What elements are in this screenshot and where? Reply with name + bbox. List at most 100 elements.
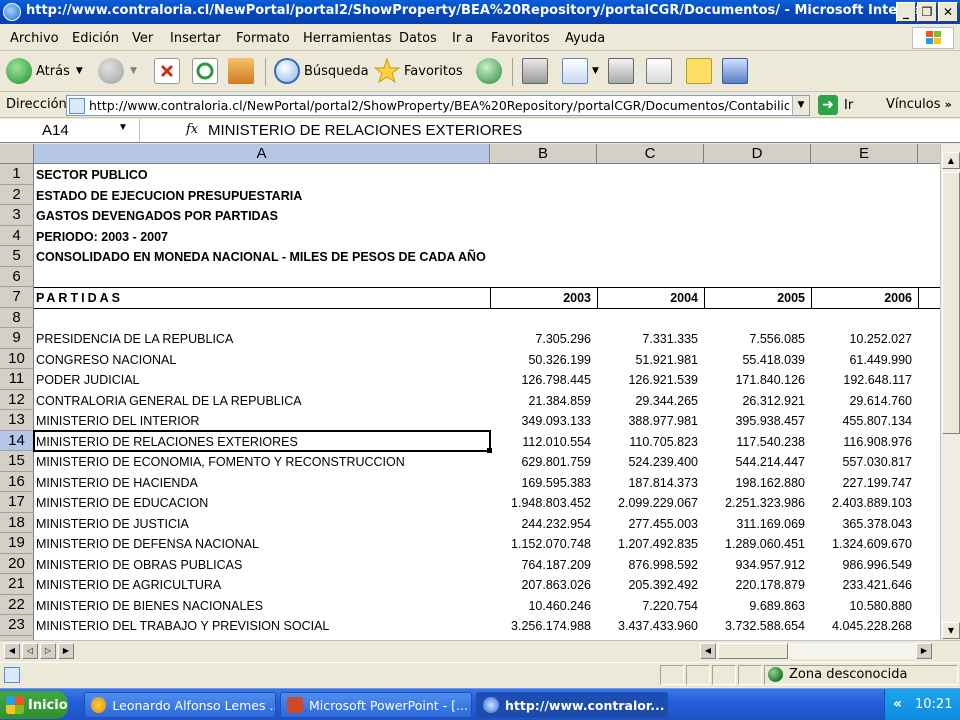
taskbar-item-powerpoint[interactable]: Microsoft PowerPoint - [... — [280, 692, 472, 718]
cell-a[interactable]: PRESIDENCIA DE LA REPUBLICA — [36, 328, 488, 349]
cell-a[interactable]: PODER JUDICIAL — [36, 369, 488, 390]
menu-herramientas[interactable]: Herramientas — [303, 31, 392, 46]
cell-e[interactable] — [811, 205, 918, 226]
column-header-a[interactable]: A — [34, 144, 490, 164]
spreadsheet-grid[interactable]: A B C D E 1 SECTOR PUBLICO 2 ESTADO DE EJEC… — [0, 144, 940, 644]
go-button[interactable]: ➜ Ir — [818, 95, 853, 115]
cell-d[interactable]: 198.162.880 — [704, 472, 811, 493]
cell-d[interactable] — [704, 164, 811, 185]
cell-c[interactable]: 1.207.492.835 — [597, 533, 704, 554]
close-button[interactable]: ✕ — [938, 2, 958, 22]
column-header-f[interactable] — [918, 144, 940, 164]
cell-c[interactable]: 524.239.400 — [597, 451, 704, 472]
cell-e[interactable]: 2006 — [811, 287, 918, 308]
cell-d[interactable]: 117.540.238 — [704, 431, 811, 452]
cell-c[interactable]: 29.344.265 — [597, 390, 704, 411]
cell-a[interactable]: CONTRALORIA GENERAL DE LA REPUBLICA — [36, 390, 488, 411]
row-header[interactable]: 1 — [0, 164, 34, 185]
security-zone[interactable]: Zona desconocida — [768, 667, 908, 682]
start-button[interactable]: Inicio — [0, 691, 68, 719]
cell-b[interactable]: 126.798.445 — [490, 369, 597, 390]
row-header[interactable]: 13 — [0, 410, 34, 431]
favorites-button[interactable]: Favoritos — [373, 56, 463, 86]
cell-d[interactable]: 1.289.060.451 — [704, 533, 811, 554]
cell-a[interactable]: MINISTERIO DEL INTERIOR — [36, 410, 488, 431]
cell-a[interactable]: MINISTERIO DEL TRABAJO Y PREVISION SOCIA… — [36, 615, 488, 636]
row-header[interactable]: 15 — [0, 451, 34, 472]
cell-a[interactable]: MINISTERIO DE OBRAS PUBLICAS — [36, 554, 488, 575]
research-button[interactable] — [522, 56, 548, 86]
row-header[interactable]: 3 — [0, 205, 34, 226]
cell-d[interactable]: 9.689.863 — [704, 595, 811, 616]
cell-e[interactable]: 29.614.760 — [811, 390, 918, 411]
cell-c[interactable] — [597, 308, 704, 329]
back-dropdown-icon[interactable]: ▼ — [76, 66, 83, 76]
cell-c[interactable]: 7.331.335 — [597, 328, 704, 349]
cell-d[interactable]: 395.938.457 — [704, 410, 811, 431]
cell-a[interactable]: MINISTERIO DE JUSTICIA — [36, 513, 488, 534]
cell-e[interactable] — [811, 164, 918, 185]
cell-c[interactable] — [597, 226, 704, 247]
print-button[interactable] — [608, 56, 634, 86]
row-header[interactable]: 4 — [0, 225, 34, 246]
cell-e[interactable] — [811, 226, 918, 247]
cell-c[interactable] — [597, 164, 704, 185]
cell-b[interactable]: 1.152.070.748 — [490, 533, 597, 554]
formula-content[interactable]: MINISTERIO DE RELACIONES EXTERIORES — [208, 122, 522, 139]
cell-d[interactable]: 26.312.921 — [704, 390, 811, 411]
cell-a[interactable]: PERIODO: 2003 - 2007 — [36, 226, 488, 247]
row-header[interactable]: 5 — [0, 246, 34, 267]
cell-a[interactable]: MINISTERIO DE BIENES NACIONALES — [36, 595, 488, 616]
cell-e[interactable]: 986.996.549 — [811, 554, 918, 575]
last-sheet-icon[interactable]: ▶ — [58, 643, 74, 659]
home-button[interactable] — [228, 56, 254, 86]
cell-e[interactable]: 1.324.609.670 — [811, 533, 918, 554]
history-button[interactable] — [476, 56, 502, 86]
next-sheet-icon[interactable]: ▷ — [40, 643, 56, 659]
cell-e[interactable]: 192.648.117 — [811, 369, 918, 390]
cell-e[interactable]: 557.030.817 — [811, 451, 918, 472]
forward-dropdown-icon[interactable]: ▼ — [130, 66, 137, 76]
cell-d[interactable] — [704, 205, 811, 226]
cell-b[interactable]: 3.256.174.988 — [490, 615, 597, 636]
cell-c[interactable]: 3.437.433.960 — [597, 615, 704, 636]
row-header[interactable]: 20 — [0, 553, 34, 574]
row-header[interactable]: 8 — [0, 307, 34, 328]
scroll-down-arrow-icon[interactable]: ▼ — [942, 622, 960, 639]
cell-c[interactable]: 7.220.754 — [597, 595, 704, 616]
cell-d[interactable]: 171.840.126 — [704, 369, 811, 390]
cell-e[interactable]: 116.908.976 — [811, 431, 918, 452]
prev-sheet-icon[interactable]: ◁ — [22, 643, 38, 659]
taskbar-item-messenger[interactable]: Leonardo Alfonso Lemes ... — [84, 692, 276, 718]
address-dropdown-icon[interactable]: ▼ — [792, 96, 809, 115]
menu-archivo[interactable]: Archivo — [10, 31, 59, 46]
taskbar-item-browser[interactable]: http://www.contralor... — [476, 692, 668, 718]
links-button[interactable]: Vínculos » — [886, 97, 952, 112]
vertical-scrollbar[interactable]: ▲ ▼ — [940, 144, 960, 640]
cell-d[interactable]: 7.556.085 — [704, 328, 811, 349]
cell-c[interactable] — [597, 205, 704, 226]
mail-button[interactable]: ▼ — [562, 56, 599, 86]
scroll-up-arrow-icon[interactable]: ▲ — [942, 152, 960, 169]
cell-d[interactable] — [704, 267, 811, 288]
cell-a[interactable]: MINISTERIO DE AGRICULTURA — [36, 574, 488, 595]
select-all-corner[interactable] — [0, 144, 34, 164]
cell-e[interactable] — [811, 308, 918, 329]
cell-b[interactable]: 7.305.296 — [490, 328, 597, 349]
refresh-button[interactable] — [192, 56, 218, 86]
cell-e[interactable] — [811, 185, 918, 206]
cell-d[interactable]: 2005 — [704, 287, 811, 308]
cell-b[interactable]: 1.948.803.452 — [490, 492, 597, 513]
row-header[interactable]: 2 — [0, 184, 34, 205]
cell-c[interactable]: 205.392.492 — [597, 574, 704, 595]
cell-b[interactable] — [490, 185, 597, 206]
cell-a[interactable]: PARTIDAS — [36, 287, 488, 308]
cell-d[interactable]: 2.251.323.986 — [704, 492, 811, 513]
cell-e[interactable]: 61.449.990 — [811, 349, 918, 370]
cell-e[interactable]: 233.421.646 — [811, 574, 918, 595]
row-header[interactable]: 7 — [0, 287, 34, 308]
cell-a[interactable] — [36, 267, 488, 288]
maximize-button[interactable]: ❐ — [917, 2, 937, 22]
cell-b[interactable]: 2003 — [490, 287, 597, 308]
cell-d[interactable] — [704, 226, 811, 247]
